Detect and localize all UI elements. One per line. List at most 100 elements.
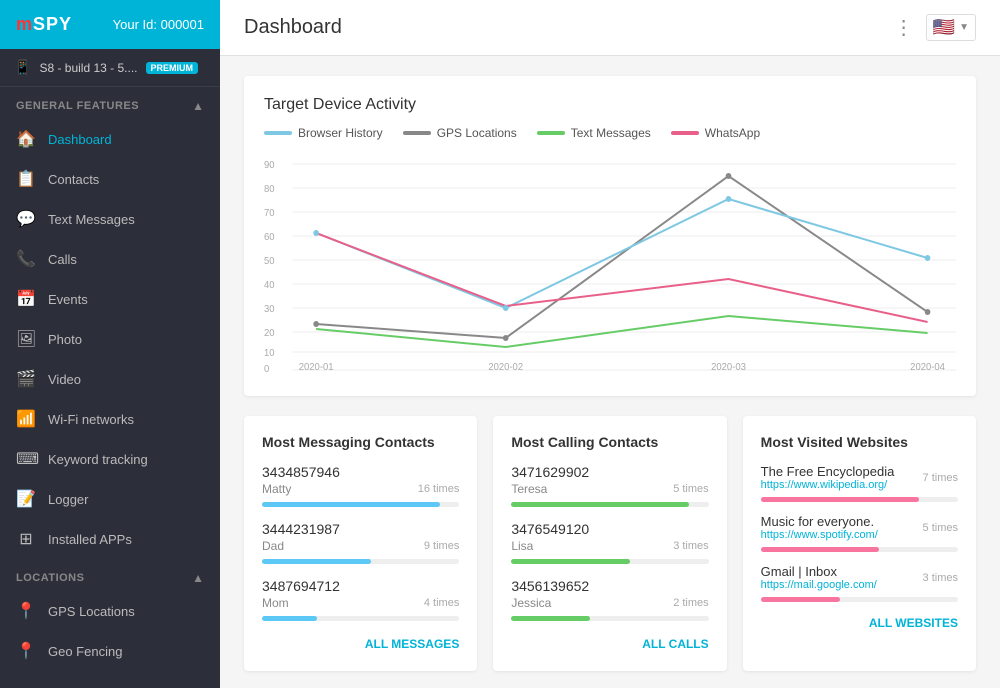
premium-badge: PREMIUM xyxy=(146,62,199,74)
bar-fill xyxy=(761,547,879,552)
language-selector[interactable]: 🇺🇸 ▼ xyxy=(926,14,976,41)
websites-card: Most Visited Websites The Free Encyclope… xyxy=(743,416,976,671)
website-title: The Free Encyclopedia xyxy=(761,464,895,479)
legend-gps-locations: GPS Locations xyxy=(403,126,517,140)
website-meta: Music for everyone. https://www.spotify.… xyxy=(761,514,958,541)
website-item-3: Gmail | Inbox https://mail.google.com/ 3… xyxy=(761,564,958,602)
sidebar-item-gps[interactable]: 📍 GPS Locations xyxy=(0,591,220,631)
sidebar-item-label: Calls xyxy=(48,252,77,267)
sidebar-item-calls[interactable]: 📞 Calls xyxy=(0,239,220,279)
bar-track xyxy=(511,616,708,621)
sidebar-item-label: Keyword tracking xyxy=(48,452,148,467)
logger-icon: 📝 xyxy=(16,489,36,509)
svg-text:20: 20 xyxy=(264,328,275,339)
calling-contact-1: 3471629902 Teresa 5 times xyxy=(511,464,708,507)
websites-title: Most Visited Websites xyxy=(761,434,958,450)
svg-text:2020-04: 2020-04 xyxy=(910,362,945,373)
legend-label-gps: GPS Locations xyxy=(437,126,517,140)
general-features-section: GENERAL FEATURES ▲ xyxy=(0,87,220,119)
website-info: Music for everyone. https://www.spotify.… xyxy=(761,514,878,541)
sidebar-item-contacts[interactable]: 📋 Contacts xyxy=(0,159,220,199)
general-features-label: GENERAL FEATURES xyxy=(16,100,139,112)
bar-track xyxy=(511,559,708,564)
website-times: 5 times xyxy=(923,522,958,534)
locations-label: LOCATIONS xyxy=(16,572,84,584)
chevron-up-icon: ▲ xyxy=(192,99,204,113)
calling-contact-2: 3476549120 Lisa 3 times xyxy=(511,521,708,564)
page-title: Dashboard xyxy=(244,16,342,39)
svg-text:80: 80 xyxy=(264,184,275,195)
calling-contacts-card: Most Calling Contacts 3471629902 Teresa … xyxy=(493,416,726,671)
main-content: Dashboard ⋮ 🇺🇸 ▼ Target Device Activity … xyxy=(220,0,1000,688)
bar-fill xyxy=(262,616,317,621)
website-url[interactable]: https://www.spotify.com/ xyxy=(761,529,878,541)
all-messages-anchor[interactable]: ALL MESSAGES xyxy=(365,637,459,651)
all-calls-anchor[interactable]: ALL CALLS xyxy=(642,637,708,651)
calls-icon: 📞 xyxy=(16,249,36,269)
cards-row: Most Messaging Contacts 3434857946 Matty… xyxy=(244,416,976,671)
bar-fill xyxy=(761,497,919,502)
bar-track xyxy=(262,559,459,564)
locations-section: LOCATIONS ▲ xyxy=(0,559,220,591)
contact-number: 3456139652 xyxy=(511,578,708,594)
messaging-contact-1: 3434857946 Matty 16 times xyxy=(262,464,459,507)
messaging-contacts-card: Most Messaging Contacts 3434857946 Matty… xyxy=(244,416,477,671)
all-websites-anchor[interactable]: ALL WEBSITES xyxy=(869,616,958,630)
website-meta: Gmail | Inbox https://mail.google.com/ 3… xyxy=(761,564,958,591)
sidebar-item-events[interactable]: 📅 Events xyxy=(0,279,220,319)
calling-contact-3: 3456139652 Jessica 2 times xyxy=(511,578,708,621)
website-info: The Free Encyclopedia https://www.wikipe… xyxy=(761,464,895,491)
contact-meta: Mom 4 times xyxy=(262,596,459,610)
website-url[interactable]: https://mail.google.com/ xyxy=(761,579,877,591)
topbar-actions: ⋮ 🇺🇸 ▼ xyxy=(894,14,976,41)
dashboard-content: Target Device Activity Browser History G… xyxy=(220,56,1000,688)
sidebar-item-video[interactable]: 🎬 Video xyxy=(0,359,220,399)
bar-track xyxy=(262,616,459,621)
sidebar-item-label: Photo xyxy=(48,332,82,347)
contact-number: 3471629902 xyxy=(511,464,708,480)
contact-times: 3 times xyxy=(673,540,708,552)
website-item-1: The Free Encyclopedia https://www.wikipe… xyxy=(761,464,958,502)
all-calls-link[interactable]: ALL CALLS xyxy=(511,635,708,653)
contact-meta: Teresa 5 times xyxy=(511,482,708,496)
sidebar-item-dashboard[interactable]: 🏠 Dashboard xyxy=(0,119,220,159)
sidebar-item-keyword[interactable]: ⌨ Keyword tracking xyxy=(0,439,220,479)
sidebar-item-logger[interactable]: 📝 Logger xyxy=(0,479,220,519)
contact-number: 3444231987 xyxy=(262,521,459,537)
messages-icon: 💬 xyxy=(16,209,36,229)
svg-text:70: 70 xyxy=(264,208,275,219)
all-messages-link[interactable]: ALL MESSAGES xyxy=(262,635,459,653)
svg-text:90: 90 xyxy=(264,160,275,171)
more-options-icon[interactable]: ⋮ xyxy=(894,15,914,40)
sidebar-item-photo[interactable]: 🖼 Photo xyxy=(0,319,220,359)
sidebar-item-geo[interactable]: 📍 Geo Fencing xyxy=(0,631,220,671)
user-id: Your Id: 000001 xyxy=(113,17,204,32)
bar-track xyxy=(262,502,459,507)
bar-track xyxy=(761,597,958,602)
chevron-up-icon: ▲ xyxy=(192,571,204,585)
calling-title: Most Calling Contacts xyxy=(511,434,708,450)
sidebar-item-label: Geo Fencing xyxy=(48,644,122,659)
sidebar-item-apps[interactable]: ⊞ Installed APPs xyxy=(0,519,220,559)
website-info: Gmail | Inbox https://mail.google.com/ xyxy=(761,564,877,591)
sidebar-item-label: Dashboard xyxy=(48,132,112,147)
wifi-icon: 📶 xyxy=(16,409,36,429)
bar-fill xyxy=(511,559,629,564)
contact-name: Jessica xyxy=(511,596,551,610)
messaging-contact-2: 3444231987 Dad 9 times xyxy=(262,521,459,564)
keyboard-icon: ⌨ xyxy=(16,449,36,469)
contact-meta: Jessica 2 times xyxy=(511,596,708,610)
contact-meta: Matty 16 times xyxy=(262,482,459,496)
website-url[interactable]: https://www.wikipedia.org/ xyxy=(761,479,895,491)
legend-color-whatsapp xyxy=(671,131,699,135)
contact-name: Mom xyxy=(262,596,289,610)
legend-label-text: Text Messages xyxy=(571,126,651,140)
svg-text:30: 30 xyxy=(264,304,275,315)
all-websites-link[interactable]: ALL WEBSITES xyxy=(761,614,958,632)
contact-meta: Lisa 3 times xyxy=(511,539,708,553)
sidebar-item-text-messages[interactable]: 💬 Text Messages xyxy=(0,199,220,239)
video-icon: 🎬 xyxy=(16,369,36,389)
sidebar-item-label: Wi-Fi networks xyxy=(48,412,134,427)
sidebar-item-label: Contacts xyxy=(48,172,99,187)
sidebar-item-wifi[interactable]: 📶 Wi-Fi networks xyxy=(0,399,220,439)
